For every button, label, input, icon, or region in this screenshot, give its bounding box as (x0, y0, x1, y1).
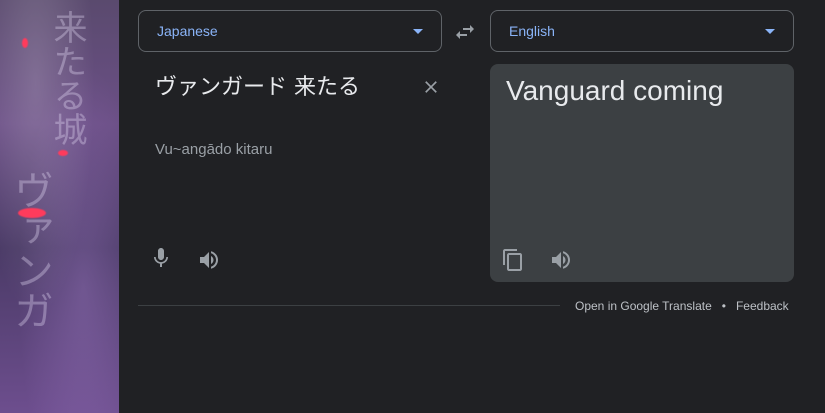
artwork-accent (58, 150, 68, 156)
footer-separator: • (721, 299, 726, 313)
swap-icon[interactable] (453, 20, 477, 44)
artwork-glyphs: 来たる城 (47, 10, 87, 146)
romanization-text: Vu~angādo kitaru (155, 141, 273, 158)
close-icon[interactable] (421, 77, 441, 97)
microphone-icon[interactable] (149, 246, 173, 270)
background-artwork: 来たる城 ヴァンガ (0, 0, 119, 413)
copy-icon[interactable] (501, 248, 525, 272)
footer-divider (138, 305, 560, 306)
chevron-down-icon (413, 28, 423, 34)
artwork-accent (18, 208, 46, 218)
feedback-link[interactable]: Feedback (736, 299, 789, 313)
footer: Open in Google Translate • Feedback (575, 297, 789, 315)
translated-text: Vanguard coming (506, 75, 724, 106)
speaker-icon[interactable] (197, 248, 221, 272)
chevron-down-icon (765, 28, 775, 34)
open-in-google-translate-link[interactable]: Open in Google Translate (575, 299, 712, 313)
target-panel: Vanguard coming (490, 64, 794, 282)
speaker-icon[interactable] (549, 248, 573, 272)
source-text[interactable]: ヴァンガード 来たる (155, 72, 370, 104)
artwork-accent (22, 38, 28, 48)
source-language-select[interactable]: Japanese (138, 10, 442, 52)
target-language-select[interactable]: English (490, 10, 794, 52)
artwork-glyphs: ヴァンガ (7, 170, 53, 330)
target-language-label: English (509, 23, 555, 39)
source-language-label: Japanese (157, 23, 218, 39)
source-panel: ヴァンガード 来たる Vu~angādo kitaru (138, 64, 442, 282)
